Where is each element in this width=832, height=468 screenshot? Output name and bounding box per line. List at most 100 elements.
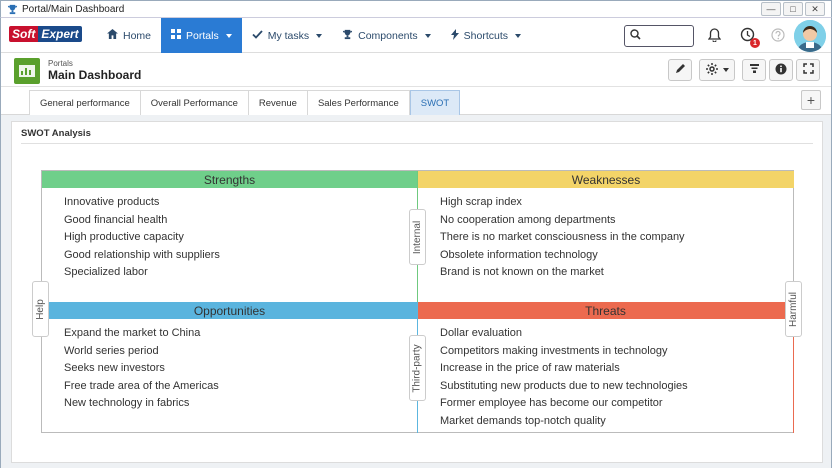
swot-panel: SWOT Analysis Strengths Innovative produ… <box>11 121 823 463</box>
nav-shortcuts[interactable]: Shortcuts <box>441 18 531 53</box>
nav-home-label: Home <box>123 29 152 42</box>
threats-item: Dollar evaluation <box>440 327 522 339</box>
search-box[interactable] <box>624 25 694 47</box>
chevron-down-icon <box>515 33 522 38</box>
dashboard-icon <box>14 58 40 84</box>
threats-header: Threats <box>418 302 793 319</box>
weaknesses-item: There is no market consciousness in the … <box>440 231 685 243</box>
threats-item: Former employee has become our competito… <box>440 397 663 409</box>
expand-icon <box>802 63 814 77</box>
search-input[interactable] <box>644 30 690 42</box>
nav-home[interactable]: Home <box>97 18 161 53</box>
bell-icon <box>707 27 721 45</box>
weaknesses-item: Brand is not known on the market <box>440 266 604 278</box>
add-tab-button[interactable]: + <box>801 90 821 110</box>
swot-strengths: Strengths Innovative products Good financ… <box>42 171 418 302</box>
swot-threats: Threats Dollar evaluation Competitors mak… <box>418 302 794 433</box>
page-header: Portals Main Dashboard <box>1 53 831 87</box>
brand-logo-part2: Expert <box>38 26 82 42</box>
axis-label-help-text: Help <box>35 298 47 320</box>
opportunities-header: Opportunities <box>42 302 417 319</box>
filter-icon <box>749 63 760 77</box>
tabs-row: General performance Overall Performance … <box>1 87 831 115</box>
tab-sales-performance[interactable]: Sales Performance <box>307 90 410 115</box>
tab-revenue[interactable]: Revenue <box>248 90 308 115</box>
opportunities-item: World series period <box>64 344 159 357</box>
chevron-down-icon <box>316 33 323 38</box>
dashboard-content: SWOT Analysis Strengths Innovative produ… <box>1 115 831 468</box>
notifications-button[interactable] <box>705 27 723 45</box>
swot-opportunities: Opportunities Expand the market to China… <box>42 302 418 433</box>
check-icon <box>252 29 263 42</box>
weaknesses-header: Weaknesses <box>418 171 794 188</box>
axis-label-help: Help <box>32 281 49 337</box>
divider <box>21 143 813 144</box>
trophy-icon <box>342 29 353 43</box>
plus-icon: + <box>806 92 816 108</box>
strengths-item: Good relationship with suppliers <box>64 248 220 261</box>
nav-shortcuts-label: Shortcuts <box>463 29 509 42</box>
settings-button[interactable] <box>699 59 735 81</box>
trophy-icon <box>6 3 18 15</box>
tab-overall-performance[interactable]: Overall Performance <box>140 90 249 115</box>
close-button[interactable]: ✕ <box>805 2 825 16</box>
filter-button[interactable] <box>742 59 766 81</box>
search-icon <box>630 29 641 43</box>
nav-components-label: Components <box>358 29 418 42</box>
pencil-icon <box>675 63 686 77</box>
edit-button[interactable] <box>668 59 692 81</box>
weaknesses-item: Obsolete information technology <box>440 248 598 261</box>
opportunities-item: Expand the market to China <box>64 327 201 339</box>
avatar[interactable] <box>794 20 826 52</box>
info-icon <box>775 63 787 78</box>
axis-label-internal: Internal <box>409 209 426 265</box>
swot-matrix: Strengths Innovative products Good financ… <box>32 170 802 433</box>
nav-my-tasks-label: My tasks <box>267 29 310 42</box>
alerts-badge: 1 <box>750 38 760 48</box>
weaknesses-item: High scrap index <box>440 196 522 208</box>
info-button[interactable] <box>769 59 793 81</box>
nav-my-tasks[interactable]: My tasks <box>242 18 332 53</box>
threats-item: Increase in the price of raw materials <box>440 362 620 374</box>
weaknesses-list: High scrap index No cooperation among dep… <box>418 188 794 282</box>
strengths-list: Innovative products Good financial health… <box>42 188 417 282</box>
tab-general-performance[interactable]: General performance <box>29 90 141 115</box>
page-title: Main Dashboard <box>48 68 142 82</box>
window-title: Portal/Main Dashboard <box>22 3 125 15</box>
nav-portals-label: Portals <box>186 29 219 42</box>
app-frame: Soft Expert Home Portals My tasks Compon… <box>0 17 832 468</box>
alerts-button[interactable]: 1 <box>738 27 760 48</box>
minimize-button[interactable]: — <box>761 2 781 16</box>
opportunities-list: Expand the market to China World series p… <box>42 319 417 413</box>
threats-item: Competitors making investments in techno… <box>440 344 668 357</box>
panel-title: SWOT Analysis <box>21 128 91 139</box>
strengths-item: High productive capacity <box>64 231 184 243</box>
nav-portals[interactable]: Portals <box>161 18 242 53</box>
brand-logo[interactable]: Soft Expert <box>9 25 82 43</box>
fullscreen-button[interactable] <box>796 59 820 81</box>
axis-label-harmful: Harmful <box>785 281 802 337</box>
home-icon <box>107 29 118 42</box>
maximize-button[interactable]: □ <box>783 2 803 16</box>
axis-label-harmful-text: Harmful <box>788 291 800 327</box>
opportunities-item: Free trade area of the Americas <box>64 379 219 392</box>
breadcrumb[interactable]: Portals <box>48 59 73 68</box>
axis-label-third-party: Third-party <box>409 335 426 401</box>
tab-swot[interactable]: SWOT <box>409 90 461 115</box>
axis-label-third-party-text: Third-party <box>412 343 424 393</box>
window-titlebar: Portal/Main Dashboard — □ ✕ <box>0 0 832 17</box>
strengths-item: Specialized labor <box>64 266 148 278</box>
nav-components[interactable]: Components <box>332 18 441 53</box>
axis-label-internal-text: Internal <box>412 220 424 254</box>
chevron-down-icon <box>722 68 729 72</box>
threats-list: Dollar evaluation Competitors making inve… <box>418 319 793 430</box>
chevron-down-icon <box>225 33 232 38</box>
weaknesses-item: No cooperation among departments <box>440 213 616 226</box>
swot-weaknesses: Weaknesses High scrap index No cooperatio… <box>418 171 794 302</box>
chevron-down-icon <box>424 33 431 38</box>
bolt-icon <box>450 28 459 43</box>
help-button[interactable] <box>769 27 787 45</box>
gear-icon <box>705 62 718 78</box>
help-icon <box>771 27 785 45</box>
opportunities-item: New technology in fabrics <box>64 397 190 409</box>
